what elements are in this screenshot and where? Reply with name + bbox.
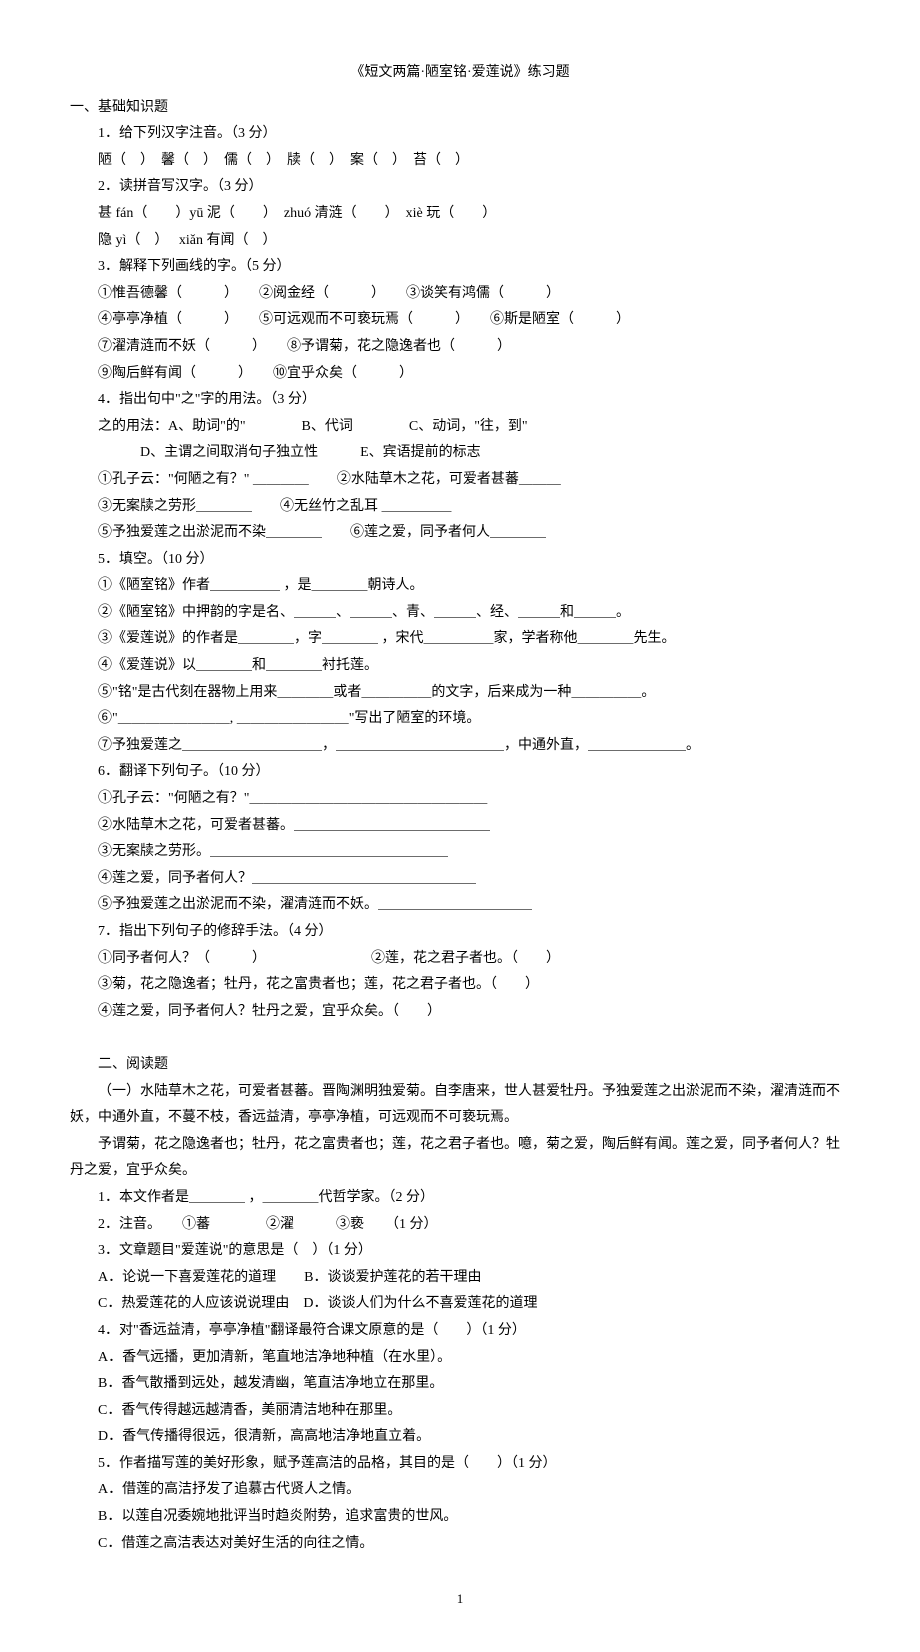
reading-passage-2: 予谓菊，花之隐逸者也；牡丹，花之富贵者也；莲，花之君子者也。噫，菊之爱，陶后鲜有… xyxy=(70,1132,850,1185)
q5-label: 5．填空。（10 分） xyxy=(70,547,850,574)
reading-q5: 5．作者描写莲的美好形象，赋予莲高洁的品格，其目的是（ ）（1 分） xyxy=(70,1451,850,1478)
q3-item-4: ⑨陶后鲜有闻（ ） ⑩宜乎众矣（ ） xyxy=(70,361,850,388)
q6-label: 6．翻译下列句子。（10 分） xyxy=(70,759,850,786)
reading-q5-opt-b: B．以莲自况委婉地批评当时趋炎附势，追求富贵的世风。 xyxy=(70,1504,850,1531)
q3-item-2: ④亭亭净植（ ） ⑤可远观而不可亵玩焉（ ） ⑥斯是陋室（ ） xyxy=(70,307,850,334)
reading-q1: 1．本文作者是＿＿＿＿ ，＿＿＿＿代哲学家。（2 分） xyxy=(70,1185,850,1212)
q7-item-1: ①同予者何人？（ ） ②莲，花之君子者也。（ ） xyxy=(70,946,850,973)
reading-q4-opt-b: B．香气散播到远处，越发清幽，笔直洁净地立在那里。 xyxy=(70,1371,850,1398)
q4-options-1: 之的用法：A、助词"的" B、代词 C、动词，"往，到" xyxy=(70,414,850,441)
section-1-heading: 一、基础知识题 xyxy=(70,95,850,122)
q4-item-2: ③无案牍之劳形＿＿＿＿ ④无丝竹之乱耳 ＿＿＿＿＿ xyxy=(70,494,850,521)
q1-label: 1．给下列汉字注音。（3 分） xyxy=(70,121,850,148)
q1-blanks: 陋（ ） 馨（ ） 儒（ ） 牍（ ） 案（ ） 苔（ ） xyxy=(70,148,850,175)
reading-q4-opt-a: A．香气远播，更加清新，笔直地洁净地种植（在水里）。 xyxy=(70,1345,850,1372)
q6-item-5: ⑤予独爱莲之出淤泥而不染，濯清涟而不妖。＿＿＿＿＿＿＿＿＿＿＿ xyxy=(70,892,850,919)
q3-item-1: ①惟吾德馨（ ） ②阅金经（ ） ③谈笑有鸿儒（ ） xyxy=(70,281,850,308)
q3-label: 3．解释下列画线的字。（5 分） xyxy=(70,254,850,281)
q6-item-3: ③无案牍之劳形。＿＿＿＿＿＿＿＿＿＿＿＿＿＿＿＿＿ xyxy=(70,839,850,866)
q5-item-1: ①《陋室铭》作者＿＿＿＿＿ ，是＿＿＿＿朝诗人。 xyxy=(70,573,850,600)
reading-q5-opt-c: C．借莲之高洁表达对美好生活的向往之情。 xyxy=(70,1531,850,1558)
blank-line xyxy=(70,1025,850,1052)
q5-item-3: ③《爱莲说》的作者是＿＿＿＿，字＿＿＿＿ ，宋代＿＿＿＿＿家，学者称他＿＿＿＿先… xyxy=(70,626,850,653)
page-number: 1 xyxy=(70,1587,850,1612)
reading-q3: 3．文章题目"爱莲说"的意思是（ ）（1 分） xyxy=(70,1238,850,1265)
q4-options-2: D、主谓之间取消句子独立性 E、宾语提前的标志 xyxy=(70,440,850,467)
q5-item-6: ⑥"＿＿＿＿＿＿＿＿, ＿＿＿＿＿＿＿＿"写出了陋室的环境。 xyxy=(70,706,850,733)
q5-item-5: ⑤"铭"是古代刻在器物上用来＿＿＿＿或者＿＿＿＿＿的文字，后来成为一种＿＿＿＿＿… xyxy=(70,680,850,707)
q2-line1: 甚 fán（ ）yū 泥（ ） zhuó 清涟（ ） xiè 玩（ ） xyxy=(70,201,850,228)
section-2-heading: 二、阅读题 xyxy=(70,1052,850,1079)
reading-q3-opt-a: A．论说一下喜爱莲花的道理 B．谈谈爱护莲花的若干理由 xyxy=(70,1265,850,1292)
q4-item-3: ⑤予独爱莲之出淤泥而不染＿＿＿＿ ⑥莲之爱，同予者何人＿＿＿＿ xyxy=(70,520,850,547)
reading-q4-opt-c: C．香气传得越远越清香，美丽清洁地种在那里。 xyxy=(70,1398,850,1425)
reading-q4: 4．对"香远益清，亭亭净植"翻译最符合课文原意的是（ ）（1 分） xyxy=(70,1318,850,1345)
q2-line2: 隐 yì（ ） xiǎn 有闻（ ） xyxy=(70,228,850,255)
q5-item-2: ②《陋室铭》中押韵的字是名、＿＿＿、＿＿＿、青、＿＿＿、经、＿＿＿和＿＿＿。 xyxy=(70,600,850,627)
q6-item-1: ①孔子云："何陋之有？"＿＿＿＿＿＿＿＿＿＿＿＿＿＿＿＿＿ xyxy=(70,786,850,813)
q4-item-1: ①孔子云："何陋之有？" ＿＿＿＿ ②水陆草木之花，可爱者甚蕃＿＿＿ xyxy=(70,467,850,494)
q6-item-4: ④莲之爱，同予者何人？＿＿＿＿＿＿＿＿＿＿＿＿＿＿＿＿ xyxy=(70,866,850,893)
reading-q3-opt-c: C．热爱莲花的人应该说说理由 D．谈谈人们为什么不喜爱莲花的道理 xyxy=(70,1291,850,1318)
q6-item-2: ②水陆草木之花，可爱者甚蕃。＿＿＿＿＿＿＿＿＿＿＿＿＿＿ xyxy=(70,813,850,840)
q5-item-7: ⑦予独爱莲之＿＿＿＿＿＿＿＿＿＿，＿＿＿＿＿＿＿＿＿＿＿＿，中通外直，＿＿＿＿＿… xyxy=(70,733,850,760)
reading-passage-1: （一）水陆草木之花，可爱者甚蕃。晋陶渊明独爱菊。自李唐来，世人甚爱牡丹。予独爱莲… xyxy=(70,1079,850,1132)
q5-item-4: ④《爱莲说》以＿＿＿＿和＿＿＿＿衬托莲。 xyxy=(70,653,850,680)
q2-label: 2．读拼音写汉字。（3 分） xyxy=(70,174,850,201)
reading-q2: 2．注音。 ①蕃 ②濯 ③亵 （1 分） xyxy=(70,1212,850,1239)
q7-item-3: ④莲之爱，同予者何人？牡丹之爱，宜乎众矣。（ ） xyxy=(70,999,850,1026)
q7-label: 7．指出下列句子的修辞手法。（4 分） xyxy=(70,919,850,946)
q4-label: 4．指出句中"之"字的用法。（3 分） xyxy=(70,387,850,414)
q3-item-3: ⑦濯清涟而不妖（ ） ⑧予谓菊，花之隐逸者也（ ） xyxy=(70,334,850,361)
reading-q4-opt-d: D．香气传播得很远，很清新，高高地洁净地直立着。 xyxy=(70,1424,850,1451)
document-title: 《短文两篇·陋室铭·爱莲说》练习题 xyxy=(70,60,850,87)
reading-q5-opt-a: A．借莲的高洁抒发了追慕古代贤人之情。 xyxy=(70,1477,850,1504)
q7-item-2: ③菊，花之隐逸者；牡丹，花之富贵者也；莲，花之君子者也。（ ） xyxy=(70,972,850,999)
